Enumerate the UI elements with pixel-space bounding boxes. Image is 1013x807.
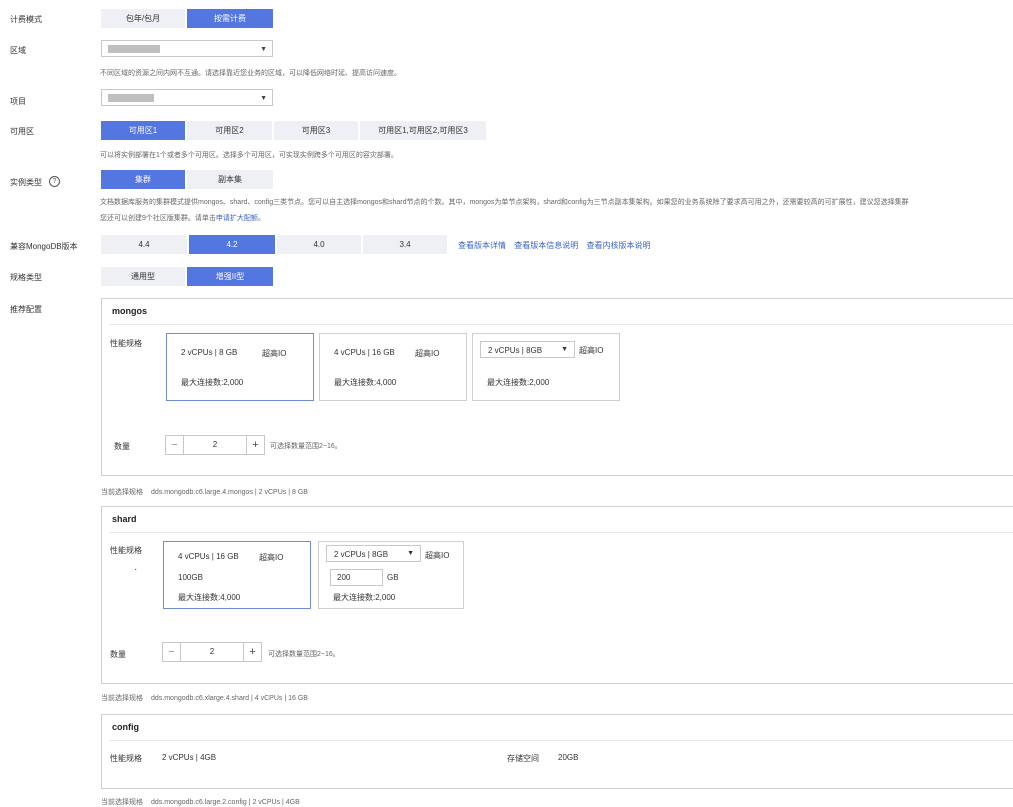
card-conn: 最大连接数:2,000	[333, 593, 396, 602]
version-option-4-0[interactable]: 4.0	[277, 235, 361, 254]
card-conn: 最大连接数:4,000	[178, 593, 241, 602]
mongos-perf-label: 性能规格	[110, 339, 142, 348]
mongos-spec-card-2[interactable]: 4 vCPUs | 16 GB 超高IO 最大连接数:4,000	[319, 333, 467, 401]
divider	[110, 740, 1013, 741]
instance-type-hint: 文档数据库服务的集群模式提供mongos、shard、config三类节点。您可…	[100, 199, 909, 206]
card-conn: 最大连接数:2,000	[487, 378, 550, 387]
version-option-4-2[interactable]: 4.2	[189, 235, 275, 254]
mongos-spec-select[interactable]: 2 vCPUs | 8GB ▼	[480, 341, 575, 358]
project-redacted	[108, 94, 154, 102]
instance-type-label: 实例类型	[10, 178, 42, 187]
card-io: 超高IO	[415, 349, 440, 358]
card-io: 超高IO	[259, 553, 284, 562]
mongos-title: mongos	[112, 306, 147, 316]
az-selector: 可用区1 可用区2 可用区3 可用区1,可用区2,可用区3	[101, 121, 488, 140]
version-label: 兼容MongoDB版本	[10, 242, 78, 251]
mongos-current-spec: 当前选择规格 dds.mongodb.c6.large.4.mongos | 2 …	[101, 489, 308, 496]
version-details-link[interactable]: 查看版本详情	[458, 241, 506, 250]
version-option-3-4[interactable]: 3.4	[363, 235, 447, 254]
config-perf-label: 性能规格	[110, 754, 142, 763]
shard-title: shard	[112, 514, 137, 524]
config-panel: config 性能规格 2 vCPUs | 4GB 存储空间 20GB	[101, 714, 1013, 789]
plus-icon[interactable]: +	[246, 436, 264, 454]
spec-type-selector: 通用型 增强II型	[101, 267, 275, 286]
config-perf-value: 2 vCPUs | 4GB	[162, 753, 217, 762]
version-option-4-4[interactable]: 4.4	[101, 235, 187, 254]
shard-current-spec: 当前选择规格 dds.mongodb.c6.xlarge.4.shard | 4 …	[101, 695, 308, 702]
region-label: 区域	[10, 46, 26, 55]
billing-label: 计费模式	[10, 15, 42, 24]
shard-storage-input[interactable]: 200	[330, 569, 383, 586]
storage-unit: GB	[387, 573, 399, 582]
card-io: 超高IO	[425, 551, 450, 560]
instance-type-cluster[interactable]: 集群	[101, 170, 185, 189]
bullet-dot: ·	[134, 564, 138, 575]
billing-mode-selector: 包年/包月 按需计费	[101, 9, 275, 28]
az-option-all[interactable]: 可用区1,可用区2,可用区3	[360, 121, 486, 140]
az-hint: 可以将实例部署在1个或者多个可用区。选择多个可用区，可实现实例跨多个可用区的容灾…	[100, 152, 398, 159]
mongos-qty-hint: 可选择数量范围2~16。	[270, 443, 342, 450]
plus-icon[interactable]: +	[243, 643, 261, 661]
recommended-label: 推荐配置	[10, 305, 42, 314]
chevron-down-icon: ▼	[260, 95, 267, 102]
az-label: 可用区	[10, 127, 34, 136]
chevron-down-icon: ▼	[260, 46, 267, 53]
quota-hint: 您还可以创建9个社区版集群。请单击申请扩大配额。	[100, 215, 265, 222]
shard-qty-stepper: − 2 +	[162, 642, 262, 662]
minus-icon[interactable]: −	[163, 643, 181, 661]
mongos-spec-card-1[interactable]: 2 vCPUs | 8 GB 超高IO 最大连接数:2,000	[166, 333, 314, 401]
spec-type-general[interactable]: 通用型	[101, 267, 185, 286]
shard-spec-select[interactable]: 2 vCPUs | 8GB ▼	[326, 545, 421, 562]
mongos-qty-stepper: − 2 +	[165, 435, 265, 455]
card-io: 超高IO	[262, 349, 287, 358]
version-links: 查看版本详情 查看版本信息说明 查看内核版本说明	[458, 240, 650, 251]
shard-qty-value[interactable]: 2	[181, 643, 243, 661]
instance-type-selector: 集群 副本集	[101, 170, 275, 189]
config-current-spec: 当前选择规格 dds.mongodb.c6.large.2.config | 2 …	[101, 799, 300, 806]
region-select[interactable]: ▼	[101, 40, 273, 57]
divider	[110, 324, 1013, 325]
kernel-version-link[interactable]: 查看内核版本说明	[586, 241, 650, 250]
chevron-down-icon: ▼	[407, 550, 414, 557]
minus-icon[interactable]: −	[166, 436, 184, 454]
region-hint: 不同区域的资源之间内网不互通。请选择靠近您业务的区域，可以降低网络时延、提高访问…	[100, 70, 401, 77]
project-label: 项目	[10, 97, 26, 106]
card-conn: 最大连接数:2,000	[181, 378, 244, 387]
divider	[110, 532, 1013, 533]
card-spec: 4 vCPUs | 16 GB	[334, 348, 395, 357]
billing-option-on-demand[interactable]: 按需计费	[187, 9, 273, 28]
question-circle-icon[interactable]: ?	[49, 176, 60, 187]
request-quota-link[interactable]: 申请扩大配额	[216, 215, 258, 222]
spec-type-label: 规格类型	[10, 273, 42, 282]
card-io: 超高IO	[579, 346, 604, 355]
mongos-panel: mongos 性能规格 2 vCPUs | 8 GB 超高IO 最大连接数:2,…	[101, 298, 1013, 476]
card-conn: 最大连接数:4,000	[334, 378, 397, 387]
az-option-3[interactable]: 可用区3	[274, 121, 358, 140]
version-info-link[interactable]: 查看版本信息说明	[514, 241, 578, 250]
shard-spec-card-1[interactable]: 4 vCPUs | 16 GB 超高IO 100GB 最大连接数:4,000	[163, 541, 311, 609]
mongos-qty-value[interactable]: 2	[184, 436, 246, 454]
shard-panel: shard 性能规格 · 4 vCPUs | 16 GB 超高IO 100GB …	[101, 506, 1013, 684]
config-storage-label: 存储空间	[507, 754, 539, 763]
az-option-1[interactable]: 可用区1	[101, 121, 185, 140]
instance-type-replica[interactable]: 副本集	[187, 170, 273, 189]
card-spec: 4 vCPUs | 16 GB	[178, 552, 239, 561]
card-spec: 2 vCPUs | 8 GB	[181, 348, 238, 357]
shard-spec-card-2[interactable]: 2 vCPUs | 8GB ▼ 超高IO 200 GB 最大连接数:2,000	[318, 541, 464, 609]
spec-type-enhanced[interactable]: 增强II型	[187, 267, 273, 286]
version-selector: 4.4 4.2 4.0 3.4	[101, 235, 449, 254]
az-option-2[interactable]: 可用区2	[187, 121, 272, 140]
chevron-down-icon: ▼	[561, 346, 568, 353]
region-redacted	[108, 45, 160, 53]
shard-perf-label: 性能规格	[110, 546, 142, 555]
card-storage: 100GB	[178, 573, 203, 582]
billing-option-yearly[interactable]: 包年/包月	[101, 9, 185, 28]
shard-qty-hint: 可选择数量范围2~16。	[268, 651, 340, 658]
mongos-qty-label: 数量	[114, 442, 130, 451]
mongos-spec-card-3[interactable]: 2 vCPUs | 8GB ▼ 超高IO 最大连接数:2,000	[472, 333, 620, 401]
config-storage-value: 20GB	[558, 753, 579, 762]
project-select[interactable]: ▼	[101, 89, 273, 106]
config-title: config	[112, 722, 139, 732]
shard-qty-label: 数量	[110, 650, 126, 659]
